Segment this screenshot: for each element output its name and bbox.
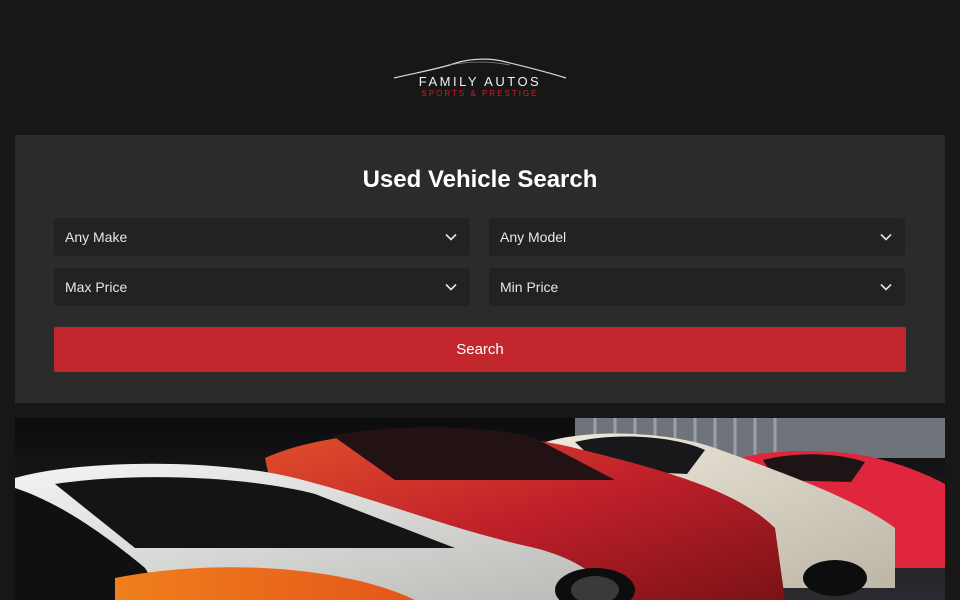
min-price-select-label: Min Price xyxy=(500,279,559,295)
model-select-label: Any Model xyxy=(500,229,567,245)
search-title: Used Vehicle Search xyxy=(362,166,598,193)
model-select[interactable]: Any Model xyxy=(489,218,905,256)
chevron-down-icon xyxy=(445,233,457,241)
chevron-down-icon xyxy=(880,233,892,241)
make-select-label: Any Make xyxy=(65,229,128,245)
chevron-down-icon xyxy=(445,283,457,291)
logo-tagline-text: SPORTS & PRESTIGE xyxy=(421,89,539,98)
min-price-select[interactable]: Min Price xyxy=(489,268,905,306)
hero-image xyxy=(15,418,945,600)
vehicle-search-panel: Used Vehicle Search Any Make Any Model M… xyxy=(15,135,945,403)
logo-brand-text: FAMILY AUTOS xyxy=(418,74,542,89)
make-select[interactable]: Any Make xyxy=(54,218,470,256)
max-price-select-label: Max Price xyxy=(65,279,128,295)
site-logo[interactable]: FAMILY AUTOS SPORTS & PRESTIGE xyxy=(380,52,580,110)
page: FAMILY AUTOS SPORTS & PRESTIGE Used Vehi… xyxy=(0,0,960,600)
sports-cars-illustration xyxy=(15,418,945,600)
max-price-select[interactable]: Max Price xyxy=(54,268,470,306)
search-button[interactable]: Search xyxy=(54,327,906,372)
chevron-down-icon xyxy=(880,283,892,291)
